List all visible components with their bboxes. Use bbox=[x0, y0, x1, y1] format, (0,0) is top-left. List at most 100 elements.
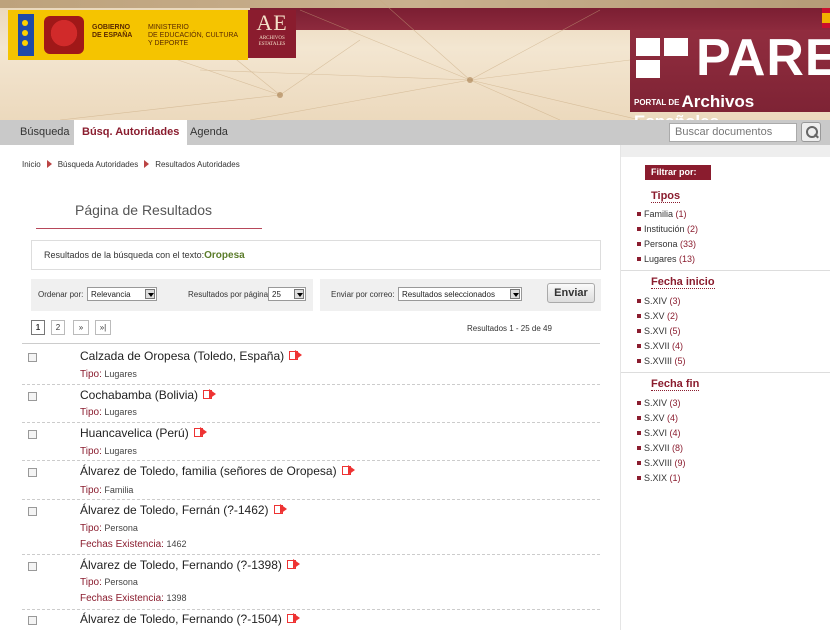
external-link-icon[interactable] bbox=[341, 465, 356, 475]
result-title[interactable]: Álvarez de Toledo, familia (señores de O… bbox=[80, 464, 337, 478]
external-link-icon[interactable] bbox=[286, 613, 301, 623]
filter-inicio-sxvi[interactable]: S.XVI (5) bbox=[637, 326, 681, 336]
filter-inicio-sxvii[interactable]: S.XVII (4) bbox=[637, 341, 683, 351]
filter-fin-sxv[interactable]: S.XV (4) bbox=[637, 413, 678, 423]
gobierno-text: GOBIERNO DE ESPAÑA bbox=[92, 24, 133, 39]
result-checkbox[interactable] bbox=[28, 468, 37, 477]
filter-tipo-institucion[interactable]: Institución (2) bbox=[637, 224, 698, 234]
fechas-label: Fechas Existencia: bbox=[80, 593, 164, 604]
external-link-icon[interactable] bbox=[289, 350, 303, 360]
title-underline bbox=[36, 228, 262, 229]
tipo-label: Tipo: bbox=[80, 485, 102, 496]
order-select[interactable]: Relevancia bbox=[87, 287, 157, 301]
search-icon[interactable] bbox=[801, 122, 821, 142]
result-checkbox[interactable] bbox=[28, 507, 37, 516]
sidebar-top-band bbox=[621, 145, 830, 157]
result-title[interactable]: Álvarez de Toledo, Fernán (?-1462) bbox=[80, 503, 269, 517]
filter-tipo-lugares[interactable]: Lugares (13) bbox=[637, 254, 695, 264]
page-title: Página de Resultados bbox=[75, 202, 212, 218]
spanish-flag-icon[interactable] bbox=[822, 8, 830, 28]
tab-busq-autoridades[interactable]: Búsq. Autoridades bbox=[74, 120, 188, 145]
result-title[interactable]: Huancavelica (Perú) bbox=[80, 426, 189, 440]
send-bar: Enviar por correo: Resultados selecciona… bbox=[320, 279, 601, 311]
page: GOBIERNO DE ESPAÑA MINISTERIO DE EDUCACIÓN… bbox=[0, 0, 830, 630]
breadcrumb-resultados: Resultados Autoridades bbox=[155, 160, 240, 169]
query-summary: Resultados de la búsqueda con el texto:O… bbox=[31, 240, 601, 270]
main-nav: Búsqueda Búsq. Autoridades Agenda Buscar… bbox=[0, 120, 830, 145]
dropdown-arrow-icon bbox=[294, 289, 304, 299]
sidebar-divider bbox=[621, 270, 830, 271]
breadcrumb-busqueda-autoridades[interactable]: Búsqueda Autoridades bbox=[58, 160, 139, 169]
result-checkbox[interactable] bbox=[28, 430, 37, 439]
filter-fin-sxvii[interactable]: S.XVII (8) bbox=[637, 443, 683, 453]
tipo-label: Tipo: bbox=[80, 369, 102, 380]
filter-tipo-familia[interactable]: Familia (1) bbox=[637, 209, 687, 219]
fechas-value: 1398 bbox=[166, 593, 187, 603]
result-checkbox[interactable] bbox=[28, 562, 37, 571]
coat-of-arms-icon bbox=[44, 16, 84, 54]
pares-wordmark: PARES bbox=[696, 29, 830, 87]
dropdown-arrow-icon bbox=[145, 289, 155, 299]
search-input[interactable]: Buscar documentos bbox=[669, 123, 797, 142]
per-page-select[interactable]: 25 bbox=[268, 287, 306, 301]
filter-fin-sxix[interactable]: S.XIX (1) bbox=[637, 473, 681, 483]
external-link-icon[interactable] bbox=[193, 427, 208, 437]
result-title[interactable]: Álvarez de Toledo, Fernando (?-1504) bbox=[80, 612, 282, 626]
row-separator bbox=[22, 554, 600, 555]
last-page-button[interactable]: »| bbox=[95, 320, 111, 335]
breadcrumb-arrow-icon bbox=[46, 160, 52, 168]
results-divider bbox=[22, 343, 600, 344]
eu-flag-icon bbox=[18, 14, 34, 56]
filter-fin-sxiv[interactable]: S.XIV (3) bbox=[637, 398, 681, 408]
tipo-label: Tipo: bbox=[80, 577, 102, 588]
filter-tipo-persona[interactable]: Persona (33) bbox=[637, 239, 696, 249]
tab-agenda[interactable]: Agenda bbox=[184, 120, 234, 145]
gobierno-logo[interactable]: GOBIERNO DE ESPAÑA MINISTERIO DE EDUCACIÓN… bbox=[8, 10, 248, 60]
ministerio-text: MINISTERIO DE EDUCACIÓN, CULTURA Y DEPORTE bbox=[148, 24, 239, 47]
external-link-icon[interactable] bbox=[203, 389, 217, 399]
breadcrumb-arrow-icon bbox=[144, 160, 150, 168]
order-bar: Ordenar por: Relevancia Resultados por p… bbox=[31, 279, 313, 311]
external-link-icon[interactable] bbox=[286, 559, 301, 569]
result-title[interactable]: Álvarez de Toledo, Fernando (?-1398) bbox=[80, 558, 282, 572]
sidebar-divider bbox=[621, 372, 830, 373]
filter-inicio-sxiv[interactable]: S.XIV (3) bbox=[637, 296, 681, 306]
send-select[interactable]: Resultados seleccionados bbox=[398, 287, 522, 301]
result-checkbox[interactable] bbox=[28, 353, 37, 362]
page-1[interactable]: 1 bbox=[31, 320, 45, 335]
filter-inicio-sxviii[interactable]: S.XVIII (5) bbox=[637, 356, 686, 366]
row-separator bbox=[22, 422, 600, 423]
result-checkbox[interactable] bbox=[28, 392, 37, 401]
tipo-label: Tipo: bbox=[80, 446, 102, 457]
row-separator bbox=[22, 609, 600, 610]
filter-heading: Filtrar por: bbox=[645, 165, 711, 180]
filter-sidebar: Filtrar por: Tipos Familia (1) Instituci… bbox=[620, 145, 830, 630]
breadcrumb-inicio[interactable]: Inicio bbox=[22, 160, 41, 169]
tipos-heading: Tipos bbox=[651, 190, 681, 203]
tipo-value: Lugares bbox=[104, 407, 137, 417]
tipo-value: Lugares bbox=[104, 446, 137, 456]
breadcrumb: Inicio Búsqueda Autoridades Resultados Aut… bbox=[22, 160, 240, 169]
tipo-value: Familia bbox=[104, 485, 134, 495]
send-label: Enviar por correo: bbox=[331, 290, 395, 299]
tipo-label: Tipo: bbox=[80, 407, 102, 418]
tipo-value: Persona bbox=[104, 577, 138, 587]
archivos-estatales-logo[interactable]: AE ARCHIVOS ESTATALES bbox=[248, 10, 296, 58]
tipo-label: Tipo: bbox=[80, 523, 102, 534]
portal-subtitle: PORTAL DEArchivos Españoles bbox=[634, 92, 755, 120]
enviar-button[interactable]: Enviar bbox=[547, 283, 595, 303]
result-title[interactable]: Calzada de Oropesa (Toledo, España) bbox=[80, 349, 284, 363]
tipo-value: Persona bbox=[104, 523, 138, 533]
tab-busqueda[interactable]: Búsqueda bbox=[14, 120, 76, 145]
fecha-inicio-heading: Fecha inicio bbox=[651, 276, 715, 289]
result-title[interactable]: Cochabamba (Bolivia) bbox=[80, 388, 198, 402]
next-page-button[interactable]: » bbox=[73, 320, 89, 335]
page-2[interactable]: 2 bbox=[51, 320, 65, 335]
pares-logo[interactable]: PARES PORTAL DEArchivos Españoles bbox=[630, 29, 830, 120]
result-checkbox[interactable] bbox=[28, 616, 37, 625]
filter-fin-sxvi[interactable]: S.XVI (4) bbox=[637, 428, 681, 438]
site-header: GOBIERNO DE ESPAÑA MINISTERIO DE EDUCACIÓN… bbox=[0, 0, 830, 120]
filter-inicio-sxv[interactable]: S.XV (2) bbox=[637, 311, 678, 321]
external-link-icon[interactable] bbox=[273, 504, 288, 514]
filter-fin-sxviii[interactable]: S.XVIII (9) bbox=[637, 458, 686, 468]
